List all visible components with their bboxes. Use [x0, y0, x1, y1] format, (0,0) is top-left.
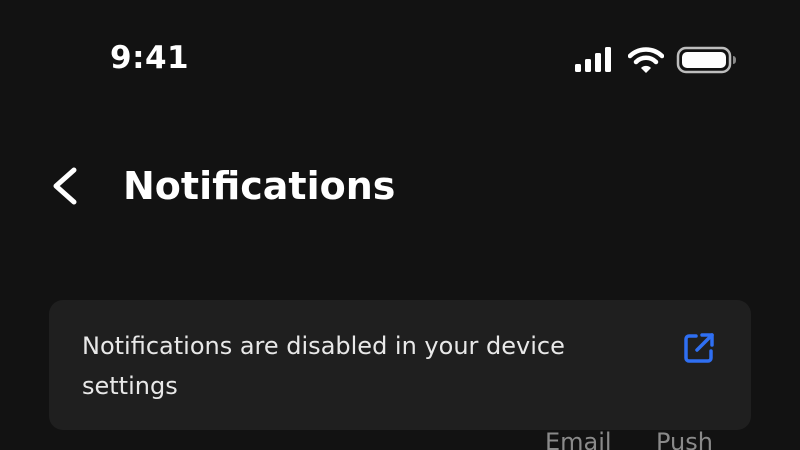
open-device-settings-link[interactable] — [682, 331, 716, 365]
notifications-disabled-banner[interactable]: Notifications are disabled in your devic… — [49, 300, 751, 430]
battery-icon — [676, 46, 736, 74]
column-header-email: Email — [545, 428, 612, 450]
column-header-push: Push — [656, 428, 713, 450]
status-time: 9:41 — [110, 40, 190, 76]
back-button[interactable] — [44, 160, 88, 212]
cellular-signal-icon — [575, 47, 611, 72]
page-title: Notifications — [123, 164, 396, 208]
wifi-icon — [628, 47, 664, 73]
chevron-left-icon — [53, 167, 77, 205]
external-link-icon — [684, 333, 714, 363]
banner-message: Notifications are disabled in your devic… — [82, 332, 565, 400]
